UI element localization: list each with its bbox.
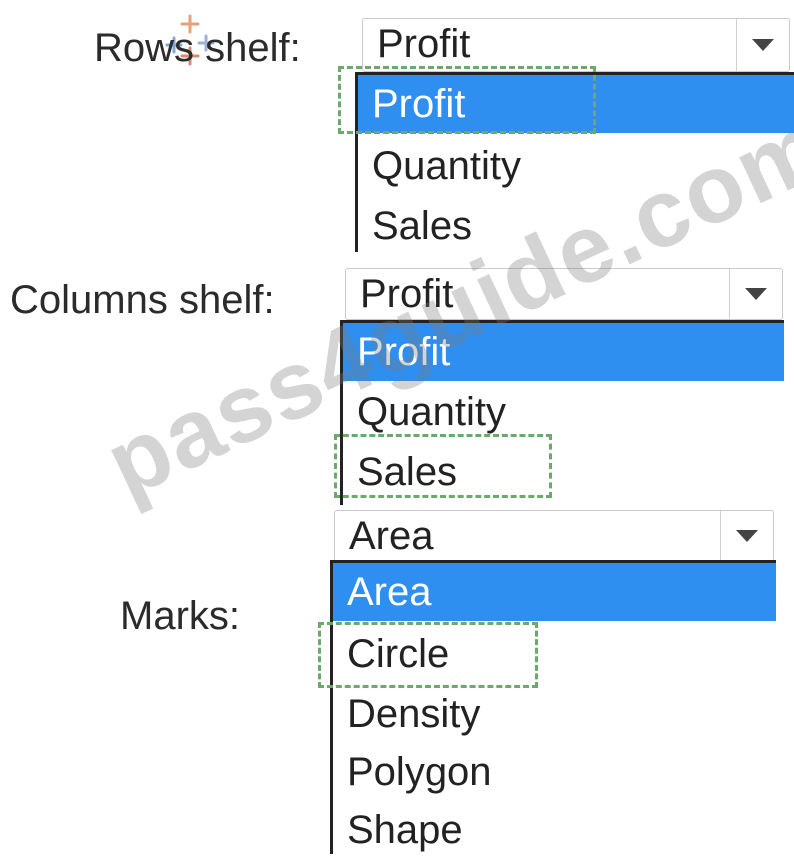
chevron-down-icon: [736, 530, 758, 542]
columns-option-quantity[interactable]: Quantity: [343, 383, 784, 441]
marks-value: Area: [349, 514, 434, 558]
rows-option-sales[interactable]: Sales: [358, 197, 794, 255]
rows-dropdown-button[interactable]: [736, 19, 789, 71]
columns-dropdown-button[interactable]: [729, 269, 782, 319]
rows-shelf-label: Rows shelf:: [94, 26, 301, 70]
rows-option-quantity[interactable]: Quantity: [358, 137, 794, 195]
marks-listbox: Area Circle Density Polygon Shape: [330, 560, 776, 854]
marks-option-circle[interactable]: Circle: [333, 625, 776, 683]
marks-dropdown-button[interactable]: [720, 511, 773, 561]
chevron-down-icon: [752, 39, 774, 51]
marks-option-shape[interactable]: Shape: [333, 801, 776, 859]
chevron-down-icon: [745, 288, 767, 300]
rows-shelf-select[interactable]: Profit: [362, 18, 790, 72]
marks-option-polygon[interactable]: Polygon: [333, 743, 776, 801]
rows-shelf-value: Profit: [377, 22, 471, 66]
marks-option-density[interactable]: Density: [333, 685, 776, 743]
columns-option-sales[interactable]: Sales: [343, 443, 784, 501]
columns-option-profit[interactable]: Profit: [343, 323, 784, 381]
columns-shelf-listbox: Profit Quantity Sales: [340, 320, 784, 505]
rows-option-profit[interactable]: Profit: [358, 75, 794, 133]
columns-shelf-value: Profit: [360, 272, 454, 316]
marks-option-area[interactable]: Area: [333, 563, 776, 621]
rows-shelf-listbox: Profit Quantity Sales: [355, 72, 794, 252]
marks-label: Marks:: [120, 594, 240, 638]
columns-shelf-label: Columns shelf:: [10, 278, 275, 322]
columns-shelf-select[interactable]: Profit: [345, 268, 783, 320]
marks-select[interactable]: Area: [334, 510, 774, 562]
